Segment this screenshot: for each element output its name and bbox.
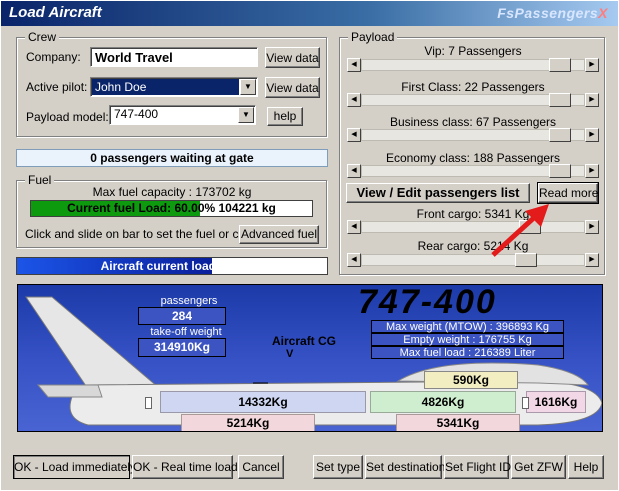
payload-model-value: 747-400 [114,107,159,121]
cg-marker: V [286,348,294,360]
pilot-view-data-button[interactable]: View data [265,77,320,98]
arrow-left-icon[interactable]: ◀ [347,128,361,142]
fuel-instructions: Click and slide on bar to set the fuel o… [25,227,263,241]
company-value: World Travel [95,50,173,65]
first-class-slider[interactable]: ◀ ▶ [347,93,599,107]
rear-cargo-zone: 5214Kg [181,414,315,431]
company-field[interactable]: World Travel [90,47,258,67]
red-arrow-icon [491,204,549,257]
business-class-caption: Business class: 67 Passengers [389,115,557,129]
cancel-button[interactable]: Cancel [238,455,284,479]
front-door [522,397,529,409]
vip-caption: Vip: 7 Passengers [424,44,522,58]
slider-thumb[interactable] [549,128,571,142]
arrow-left-icon[interactable]: ◀ [347,164,361,178]
help-button[interactable]: Help [568,455,604,479]
set-destination-button[interactable]: Set destination [365,455,445,479]
payload-help-button[interactable]: help [267,107,303,126]
chevron-down-icon[interactable]: ▼ [238,107,254,123]
payload-model-select[interactable]: 747-400 ▼ [109,105,256,125]
front-cargo-slider[interactable]: ◀ ▶ [347,220,599,234]
title-bar: Load Aircraft FsPassengersX [1,1,618,26]
slider-thumb[interactable] [549,164,571,178]
front-cargo-caption: Front cargo: 5341 Kg [416,207,530,221]
front-cargo-zone: 5341Kg [396,414,520,431]
economy-class-caption: Economy class: 188 Passengers [385,151,561,165]
chevron-down-icon[interactable]: ▼ [240,79,256,95]
brand-main: FsPassengers [497,5,599,21]
slider-thumb[interactable] [549,58,571,72]
arrow-right-icon[interactable]: ▶ [585,128,599,142]
fuel-current-load: Current fuel Load: 60.00% 104221 kg [67,201,276,215]
arrow-left-icon[interactable]: ◀ [347,58,361,72]
max-weight-mtow: Max weight (MTOW) : 396893 Kg [371,320,564,333]
passengers-label: passengers [160,295,218,307]
rear-door [145,397,152,409]
model-title: 747-400 [358,284,497,321]
mid-cabin-zone: 4826Kg [370,391,516,413]
load-aircraft-window: Load Aircraft FsPassengersX Crew Company… [0,0,619,491]
arrow-left-icon[interactable]: ◀ [347,93,361,107]
nose-zone: 1616Kg [526,391,586,413]
economy-class-slider[interactable]: ◀ ▶ [347,164,599,178]
arrow-right-icon[interactable]: ▶ [585,164,599,178]
arrow-left-icon[interactable]: ◀ [347,253,361,267]
brand-suffix: X [598,5,608,21]
arrow-right-icon[interactable]: ▶ [585,93,599,107]
active-pilot-select[interactable]: John Doe ▼ [90,77,258,97]
upper-deck-zone: 590Kg [424,371,518,389]
crew-group-label: Crew [25,30,60,44]
window-title: Load Aircraft [9,4,102,21]
business-class-slider[interactable]: ◀ ▶ [347,128,599,142]
company-view-data-button[interactable]: View data [265,47,320,68]
active-pilot-label: Active pilot: [26,80,88,94]
passengers-count: 284 [138,307,226,325]
empty-weight: Empty weight : 176755 Kg [371,333,564,346]
set-type-button[interactable]: Set type [313,455,363,479]
aircraft-cg-label: Aircraft CG [272,334,337,348]
load-immediately-button[interactable]: OK - Load immediately [13,455,136,479]
payload-model-label: Payload model: [26,110,109,124]
rear-cargo-caption: Rear cargo: 5214 Kg [417,239,529,253]
arrow-right-icon[interactable]: ▶ [585,58,599,72]
max-fuel-capacity: Max fuel capacity : 173702 kg [92,185,252,199]
max-fuel-load: Max fuel load : 216389 Liter [371,346,564,359]
aircraft-load-text: Aircraft current load 63% [100,259,244,273]
takeoff-weight-label: take-off weight [150,326,222,338]
brand-logo: FsPassengersX [497,5,608,21]
vip-slider[interactable]: ◀ ▶ [347,58,599,72]
fuel-slider-bar[interactable]: Current fuel Load: 60.00% 104221 kg [30,200,313,217]
fwd-cabin-zone: 14332Kg [160,391,366,413]
payload-group-label: Payload [348,30,398,44]
aircraft-diagram: 747-400 passengers 284 take-off weight 3… [17,284,603,432]
takeoff-weight-value: 314910Kg [138,338,226,357]
arrow-right-icon[interactable]: ▶ [585,253,599,267]
rear-cargo-slider[interactable]: ◀ ▶ [347,253,599,267]
get-zfw-button[interactable]: Get ZFW [511,455,566,479]
company-label: Company: [26,50,81,64]
real-time-load-button[interactable]: OK - Real time load [132,455,238,479]
slider-thumb[interactable] [549,93,571,107]
arrow-left-icon[interactable]: ◀ [347,220,361,234]
first-class-caption: First Class: 22 Passengers [401,80,545,94]
arrow-right-icon[interactable]: ▶ [585,220,599,234]
aircraft-load-bar: Aircraft current load 63% [16,257,328,275]
gate-status: 0 passengers waiting at gate [16,149,328,167]
active-pilot-value: John Doe [92,79,239,95]
advanced-fuel-button[interactable]: Advanced fuel [239,225,319,244]
set-flight-id-button[interactable]: Set Flight ID [444,455,511,479]
